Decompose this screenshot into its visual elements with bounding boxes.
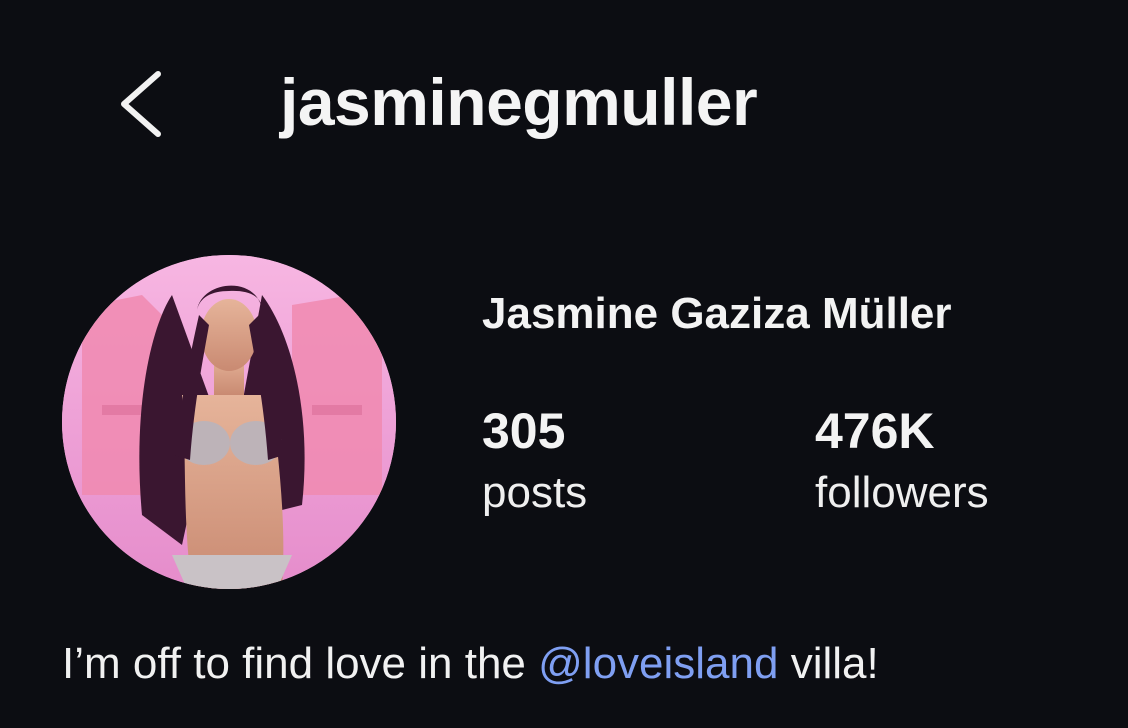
chevron-left-icon <box>121 71 161 137</box>
back-button[interactable] <box>112 68 172 140</box>
avatar[interactable] <box>62 255 396 589</box>
page-title: jasminegmuller <box>280 65 758 139</box>
profile-photo <box>62 255 396 589</box>
profile-bio: I’m off to find love in the @loveisland … <box>62 636 879 692</box>
bio-text-end: villa! <box>778 639 879 688</box>
bio-mention-link[interactable]: @loveisland <box>538 639 778 688</box>
followers-label: followers <box>815 468 989 517</box>
followers-count: 476K <box>815 403 935 459</box>
bio-text-start: I’m off to find love in the <box>62 639 539 688</box>
profile-full-name: Jasmine Gaziza Müller <box>482 289 952 338</box>
posts-stat[interactable]: 305 posts <box>482 400 587 520</box>
followers-stat[interactable]: 476K followers <box>815 400 989 520</box>
posts-label: posts <box>482 468 588 517</box>
posts-count: 305 <box>482 403 566 459</box>
